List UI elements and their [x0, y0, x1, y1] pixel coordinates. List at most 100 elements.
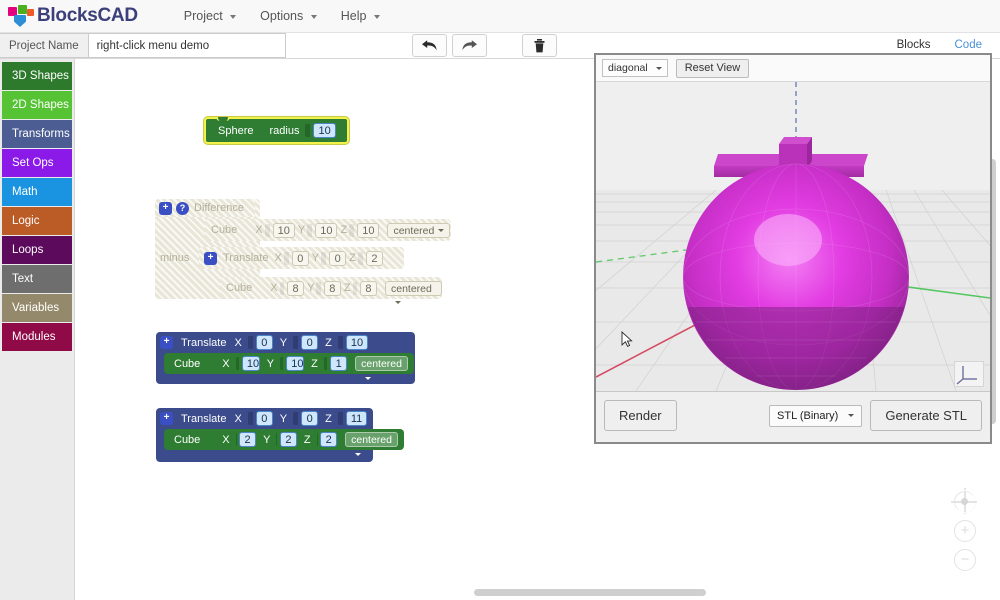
translate-z-field[interactable]: 10	[345, 335, 369, 350]
menu-item-project[interactable]: Project	[172, 3, 248, 29]
sidebar-item-3d-shapes[interactable]: 3D Shapes	[2, 62, 72, 90]
workspace-horizontal-scrollbar[interactable]	[474, 589, 706, 596]
cube-z-field[interactable]: 2	[320, 432, 338, 447]
zoom-out-button[interactable]: −	[954, 549, 976, 571]
difference-block-header[interactable]: + ? Difference	[155, 199, 255, 217]
app-logo[interactable]: BlocksCAD	[0, 4, 138, 28]
cube-x-field[interactable]: 10	[241, 356, 260, 371]
axis-z-label: Z	[311, 357, 318, 370]
axis-x-label: X	[222, 357, 230, 370]
chevron-down-icon	[373, 14, 380, 19]
cube-z-field[interactable]: 10	[357, 222, 380, 238]
top-menu-bar: BlocksCAD Project Options Help	[0, 0, 1000, 33]
sidebar-item-logic[interactable]: Logic	[2, 207, 72, 235]
cube-y-field[interactable]: 10	[286, 356, 305, 371]
axis-y-label: Y	[263, 433, 271, 446]
view-angle-select[interactable]: diagonal	[602, 59, 668, 77]
chevron-down-icon	[848, 414, 855, 417]
plus-icon[interactable]: +	[160, 336, 173, 349]
translate-block-group-2[interactable]: + Translate X 0 Y 0 Z 11 Cube X 2 Y 2 Z …	[156, 408, 404, 462]
tab-blocks[interactable]: Blocks	[885, 36, 943, 54]
redo-button[interactable]	[452, 34, 487, 57]
sidebar-item-label: Transforms	[12, 128, 70, 140]
sidebar-item-modules[interactable]: Modules	[2, 323, 72, 351]
axis-x-label: X	[234, 412, 242, 425]
axis-x-label: X	[255, 224, 263, 236]
sidebar-item-text[interactable]: Text	[2, 265, 72, 293]
cube-block-2[interactable]: Cube X 2 Y 2 Z 2 centered	[164, 429, 404, 456]
zoom-center-button[interactable]	[951, 488, 977, 514]
axis-y-label: Y	[297, 224, 306, 236]
stl-format-select[interactable]: STL (Binary)	[769, 404, 863, 427]
menu-item-options[interactable]: Options	[248, 3, 329, 29]
translate-y-field[interactable]: 0	[301, 335, 319, 350]
cube-y-field[interactable]: 2	[279, 432, 297, 447]
sidebar-item-set-ops[interactable]: Set Ops	[2, 149, 72, 177]
sidebar-item-label: Variables	[12, 302, 60, 314]
sidebar-item-2d-shapes[interactable]: 2D Shapes	[2, 91, 72, 119]
translate-label: Translate	[181, 336, 227, 349]
sidebar-item-label: Modules	[12, 331, 56, 343]
translate-y-field[interactable]: 0	[301, 411, 319, 426]
menu-item-help[interactable]: Help	[329, 3, 392, 29]
block-category-palette: 3D Shapes 2D Shapes Transforms Set Ops M…	[0, 59, 75, 600]
difference-cube-1[interactable]: Cube X 10 Y 10 Z 10 centered	[205, 219, 451, 241]
sidebar-item-transforms[interactable]: Transforms	[2, 120, 72, 148]
cube-z-field[interactable]: 1	[330, 356, 348, 371]
difference-block-group[interactable]: + ? Difference Cube X 10 Y 10 Z 10 cente…	[155, 199, 451, 305]
viewer-toolbar: diagonal Reset View	[596, 55, 990, 82]
cube-x-field[interactable]: 2	[239, 432, 257, 447]
render-button[interactable]: Render	[604, 400, 677, 431]
view-angle-value: diagonal	[608, 62, 648, 74]
plus-icon[interactable]: +	[204, 251, 217, 265]
sphere-radius-field[interactable]: 10	[313, 123, 336, 138]
translate-x-field[interactable]: 0	[255, 411, 273, 426]
cube-label: Cube	[174, 357, 201, 370]
cube-centered-dropdown[interactable]: centered	[384, 280, 442, 305]
cube-centered-dropdown[interactable]: centered	[387, 222, 451, 238]
plus-icon[interactable]: +	[160, 412, 173, 425]
translate-x-field[interactable]: 0	[291, 250, 309, 266]
cube-z-field[interactable]: 8	[359, 280, 377, 296]
difference-translate-block[interactable]: + Translate X 0 Y 0 Z 2	[199, 247, 404, 269]
translate-z-field[interactable]: 2	[365, 250, 383, 266]
edit-tool-group	[412, 34, 562, 57]
sidebar-item-loops[interactable]: Loops	[2, 236, 72, 264]
cube-centered-dropdown[interactable]: centered	[345, 432, 398, 456]
translate-block-group-1[interactable]: + Translate X 0 Y 0 Z 10 Cube X 10 Y 10 …	[156, 332, 415, 384]
cube-block-1[interactable]: Cube X 10 Y 10 Z 1 centered	[164, 353, 414, 380]
sphere-block[interactable]: Sphere radius 10	[204, 117, 349, 144]
undo-arrow-icon	[422, 40, 437, 51]
axis-z-label: Z	[303, 433, 311, 446]
undo-button[interactable]	[412, 34, 447, 57]
3d-render-canvas[interactable]	[596, 82, 990, 391]
generate-stl-button[interactable]: Generate STL	[870, 400, 982, 431]
chevron-down-icon	[230, 14, 237, 19]
tab-code[interactable]: Code	[943, 36, 995, 54]
plus-icon[interactable]: +	[159, 201, 172, 215]
zoom-in-button[interactable]: +	[954, 520, 976, 542]
cube-centered-dropdown[interactable]: centered	[355, 356, 408, 380]
translate-y-field[interactable]: 0	[329, 250, 347, 266]
cube-x-field[interactable]: 10	[272, 222, 295, 238]
translate-x-field[interactable]: 0	[255, 335, 273, 350]
project-name-input[interactable]	[88, 33, 286, 58]
axis-z-label: Z	[343, 282, 351, 294]
axis-y-label: Y	[279, 336, 288, 349]
question-icon[interactable]: ?	[176, 201, 189, 215]
cube-y-field[interactable]: 8	[323, 280, 341, 296]
sidebar-item-label: 3D Shapes	[12, 70, 69, 82]
reset-view-button[interactable]: Reset View	[675, 58, 750, 78]
cube-label: Cube	[174, 433, 201, 446]
cube-x-field[interactable]: 8	[287, 280, 305, 296]
cube-y-field[interactable]: 10	[315, 222, 338, 238]
project-name-label: Project Name	[0, 33, 89, 58]
delete-button[interactable]	[522, 34, 557, 57]
sidebar-item-variables[interactable]: Variables	[2, 294, 72, 322]
sidebar-item-label: 2D Shapes	[12, 99, 69, 111]
difference-cube-2[interactable]: Cube X 8 Y 8 Z 8 centered	[220, 277, 442, 305]
translate-z-field[interactable]: 11	[345, 411, 368, 426]
translate-block-2[interactable]: + Translate X 0 Y 0 Z 11 Cube X 2 Y 2 Z …	[156, 408, 404, 462]
translate-block-1[interactable]: + Translate X 0 Y 0 Z 10 Cube X 10 Y 10 …	[156, 332, 415, 384]
sidebar-item-math[interactable]: Math	[2, 178, 72, 206]
